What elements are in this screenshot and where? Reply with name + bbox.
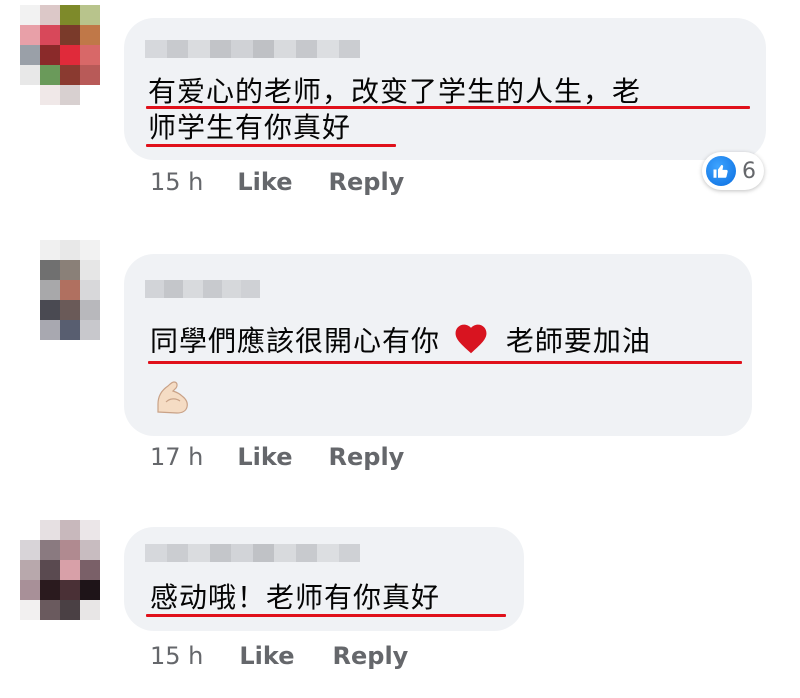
reaction-count-number: 6 xyxy=(742,158,756,184)
text-underline xyxy=(146,614,506,617)
flexed-biceps-emoji-icon xyxy=(152,376,192,420)
reply-button[interactable]: Reply xyxy=(329,168,405,196)
commenter-name-blurred[interactable] xyxy=(145,544,360,562)
comment-actions: 15 h Like Reply xyxy=(150,642,408,670)
thumbs-up-icon xyxy=(706,156,736,186)
reaction-count[interactable]: 6 xyxy=(702,152,764,190)
like-button[interactable]: Like xyxy=(239,642,294,670)
timestamp[interactable]: 17 h xyxy=(150,443,203,471)
comment-text-line: 同學們應該很開心有你 老師要加油 xyxy=(150,320,651,365)
comment-actions: 17 h Like Reply xyxy=(150,443,404,471)
comment-text-line: 感动哦！老师有你真好 xyxy=(150,581,441,614)
reply-button[interactable]: Reply xyxy=(329,443,405,471)
comment-text-line: 师学生有你真好 xyxy=(148,111,352,144)
comment-text-part: 同學們應該很開心有你 xyxy=(150,324,441,358)
commenter-name-blurred[interactable] xyxy=(145,40,360,58)
timestamp[interactable]: 15 h xyxy=(150,642,203,670)
text-underline xyxy=(148,361,742,364)
text-underline xyxy=(146,144,396,147)
like-button[interactable]: Like xyxy=(237,168,292,196)
comment-actions: 15 h Like Reply xyxy=(150,168,404,196)
avatar[interactable] xyxy=(20,5,100,105)
avatar[interactable] xyxy=(40,240,100,340)
heart-emoji-icon xyxy=(452,320,490,365)
commenter-name-blurred[interactable] xyxy=(145,280,261,298)
timestamp[interactable]: 15 h xyxy=(150,168,203,196)
comment-text-part: 老師要加油 xyxy=(505,324,651,358)
reply-button[interactable]: Reply xyxy=(333,642,409,670)
like-button[interactable]: Like xyxy=(237,443,292,471)
avatar[interactable] xyxy=(20,520,100,620)
